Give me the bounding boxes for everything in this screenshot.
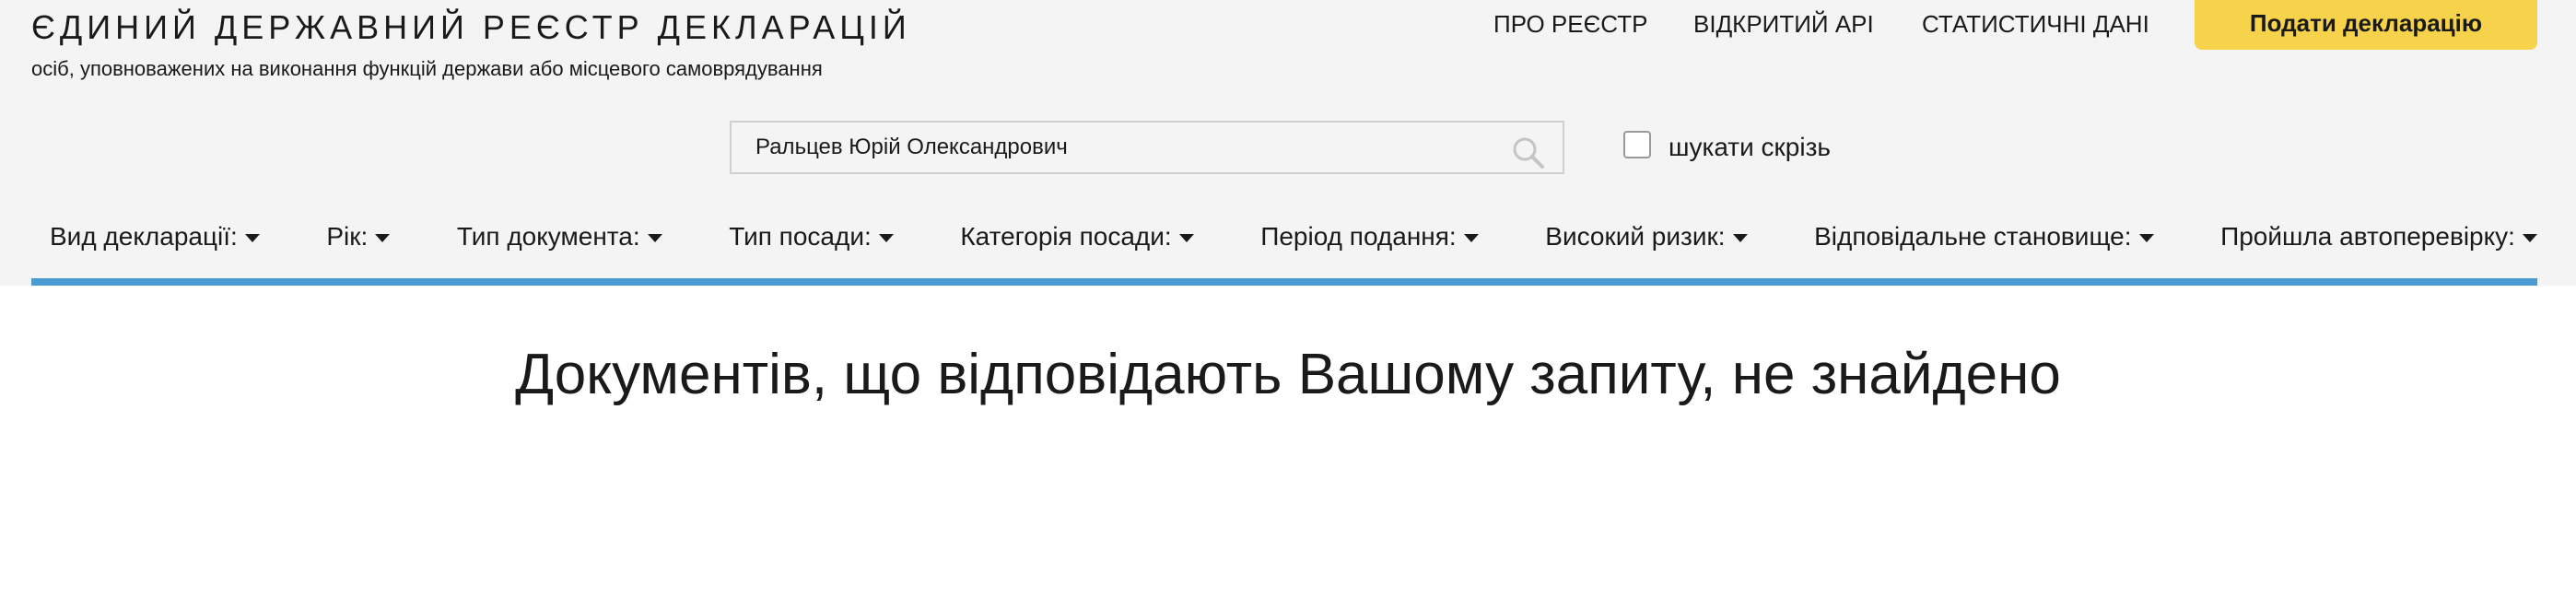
filter-label: Тип документа: [456, 222, 640, 251]
filter-label: Вид декларації: [50, 222, 238, 251]
filter-year[interactable]: Рік: [326, 222, 391, 252]
filter-label: Відповідальне становище: [1814, 222, 2132, 251]
caret-down-icon [2522, 233, 2537, 242]
caret-down-icon [375, 233, 391, 242]
caret-down-icon [244, 233, 260, 242]
search-input[interactable] [755, 123, 1493, 172]
site-subtitle: осіб, уповноважених на виконання функцій… [31, 57, 823, 80]
caret-down-icon [878, 233, 894, 242]
site-title[interactable]: ЄДИНИЙ ДЕРЖАВНИЙ РЕЄСТР ДЕКЛАРАЦІЙ [31, 6, 911, 50]
filter-label: Тип посади: [729, 222, 872, 251]
filter-high-risk[interactable]: Високий ризик: [1545, 222, 1748, 252]
accent-divider [31, 278, 2537, 286]
filter-label: Пройшла автоперевірку: [2220, 222, 2515, 251]
search-box [730, 121, 1564, 174]
submit-declaration-button[interactable]: Подати декларацію [2195, 0, 2537, 50]
filter-submission-period[interactable]: Період подання: [1260, 222, 1479, 252]
filter-position-category[interactable]: Категорія посади: [960, 222, 1194, 252]
nav-open-api[interactable]: ВІДКРИТИЙ API [1693, 6, 1874, 42]
filter-declaration-type[interactable]: Вид декларації: [50, 222, 260, 252]
filter-label: Період подання: [1260, 222, 1457, 251]
nav-about-registry[interactable]: ПРО РЕЄСТР [1493, 6, 1647, 42]
filter-label: Рік: [326, 222, 369, 251]
caret-down-icon [1463, 233, 1479, 242]
filter-bar: Вид декларації: Рік: Тип документа: Тип … [50, 214, 2537, 260]
filter-position-type[interactable]: Тип посади: [729, 222, 894, 252]
nav-statistics[interactable]: СТАТИСТИЧНІ ДАНІ [1922, 6, 2149, 42]
filter-auto-check[interactable]: Пройшла автоперевірку: [2220, 222, 2537, 252]
search-icon[interactable] [1511, 135, 1546, 170]
filter-label: Високий ризик: [1545, 222, 1726, 251]
caret-down-icon [1732, 233, 1748, 242]
site-header: ЄДИНИЙ ДЕРЖАВНИЙ РЕЄСТР ДЕКЛАРАЦІЙ осіб,… [0, 0, 2576, 286]
caret-down-icon [2138, 233, 2154, 242]
filter-label: Категорія посади: [960, 222, 1172, 251]
caret-down-icon [647, 233, 662, 242]
search-everywhere-checkbox[interactable] [1623, 131, 1651, 158]
caret-down-icon [1178, 233, 1194, 242]
filter-responsible-position[interactable]: Відповідальне становище: [1814, 222, 2154, 252]
search-everywhere-label[interactable]: шукати скрізь [1669, 129, 1831, 166]
no-results-message: Документів, що відповідають Вашому запит… [515, 343, 2061, 406]
filter-document-type[interactable]: Тип документа: [457, 222, 662, 252]
